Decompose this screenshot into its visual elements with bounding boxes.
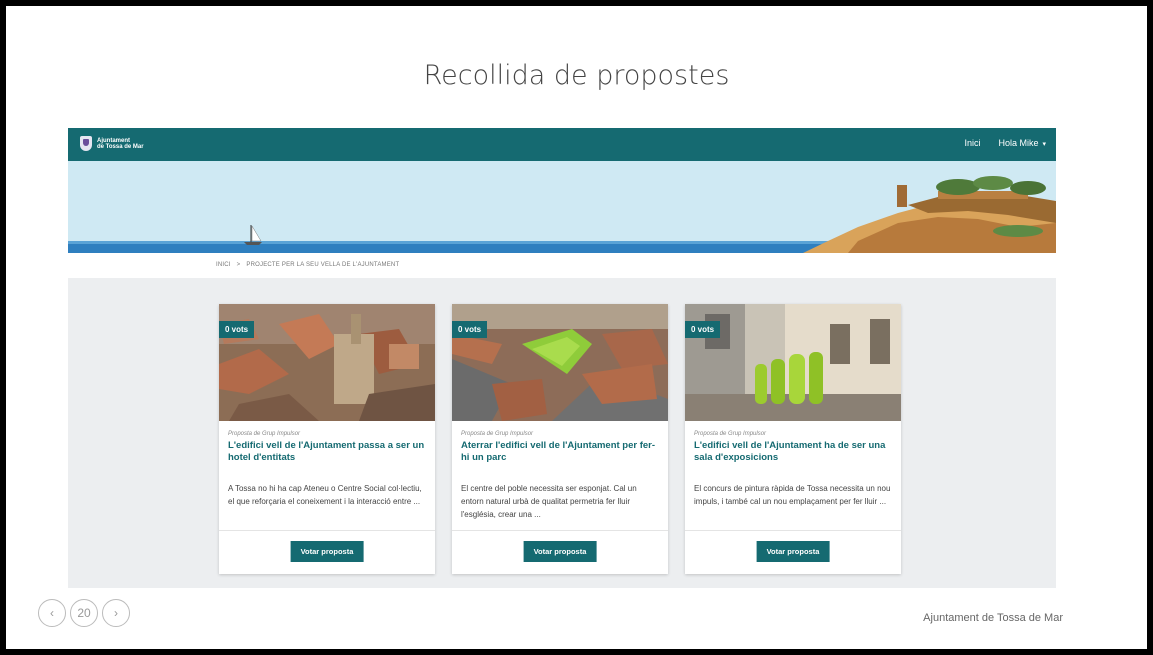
user-menu-label: Hola Mike xyxy=(998,138,1039,148)
vote-proposal-button[interactable]: Votar proposta xyxy=(523,541,597,562)
proposal-kicker: Proposta de Grup Impulsor xyxy=(461,431,534,437)
nav-home-link[interactable]: Inici xyxy=(964,138,980,148)
top-navbar: Ajuntament de Tossa de Mar Inici Hola Mi… xyxy=(68,128,1056,161)
proposal-card[interactable]: 0 vots Proposta de Grup Impulsor L'edifi… xyxy=(219,304,435,574)
user-menu[interactable]: Hola Mike ▾ xyxy=(998,138,1046,148)
hero-banner xyxy=(68,161,1056,253)
slide-title: Recollida de propostes xyxy=(423,60,730,91)
vote-proposal-button[interactable]: Votar proposta xyxy=(290,541,364,562)
proposal-title[interactable]: L'edifici vell de l'Ajuntament passa a s… xyxy=(228,440,428,464)
breadcrumb-home[interactable]: INICI xyxy=(216,262,231,268)
proposal-description: El concurs de pintura ràpida de Tossa ne… xyxy=(694,484,891,506)
votes-badge: 0 vots xyxy=(452,321,488,338)
proposal-title[interactable]: L'edifici vell de l'Ajuntament ha de ser… xyxy=(694,440,894,464)
votes-badge: 0 vots xyxy=(685,321,721,338)
proposal-image: 0 vots xyxy=(452,304,668,421)
votes-badge: 0 vots xyxy=(219,321,255,338)
card-divider xyxy=(219,530,435,531)
card-divider xyxy=(452,530,668,531)
breadcrumb-separator: > xyxy=(236,262,241,268)
coat-of-arms-icon xyxy=(80,136,92,151)
breadcrumb-current: PROJECTE PER LA SEU VELLA DE L'AJUNTAMEN… xyxy=(246,262,400,268)
slide-footer: Ajuntament de Tossa de Mar xyxy=(923,612,1063,624)
nav-links: Inici Hola Mike ▾ xyxy=(964,138,1046,148)
proposal-card[interactable]: 0 vots Proposta de Grup Impulsor Aterrar… xyxy=(452,304,668,574)
website-screenshot: Ajuntament de Tossa de Mar Inici Hola Mi… xyxy=(68,128,1056,588)
prev-slide-button[interactable]: ‹ xyxy=(38,599,66,627)
proposal-title[interactable]: Aterrar l'edifici vell de l'Ajuntament p… xyxy=(461,440,661,464)
card-divider xyxy=(685,530,901,531)
next-slide-button[interactable]: › xyxy=(102,599,130,627)
proposal-image: 0 vots xyxy=(219,304,435,421)
caret-down-icon: ▾ xyxy=(1042,141,1046,148)
coastal-illustration xyxy=(68,161,1056,253)
proposal-cards: 0 vots Proposta de Grup Impulsor L'edifi… xyxy=(219,304,901,574)
proposal-kicker: Proposta de Grup Impulsor xyxy=(228,431,301,437)
proposal-description: A Tossa no hi ha cap Ateneu o Centre Soc… xyxy=(228,484,422,506)
proposal-description: El centre del poble necessita ser esponj… xyxy=(461,484,637,519)
page-number: 20 xyxy=(70,599,98,627)
logo-text: Ajuntament de Tossa de Mar xyxy=(97,138,144,150)
proposal-image: 0 vots xyxy=(685,304,901,421)
site-logo[interactable]: Ajuntament de Tossa de Mar xyxy=(80,136,144,151)
logo-line-2: de Tossa de Mar xyxy=(97,143,144,150)
presentation-slide: Recollida de propostes Ajuntament de Tos… xyxy=(6,6,1147,649)
breadcrumb: INICI > PROJECTE PER LA SEU VELLA DE L'A… xyxy=(68,253,1056,278)
vote-proposal-button[interactable]: Votar proposta xyxy=(756,541,830,562)
slide-pager: ‹ 20 › xyxy=(38,599,130,627)
proposal-card[interactable]: 0 vots Proposta de Grup Impulsor L'edifi… xyxy=(685,304,901,574)
proposal-kicker: Proposta de Grup Impulsor xyxy=(694,431,767,437)
